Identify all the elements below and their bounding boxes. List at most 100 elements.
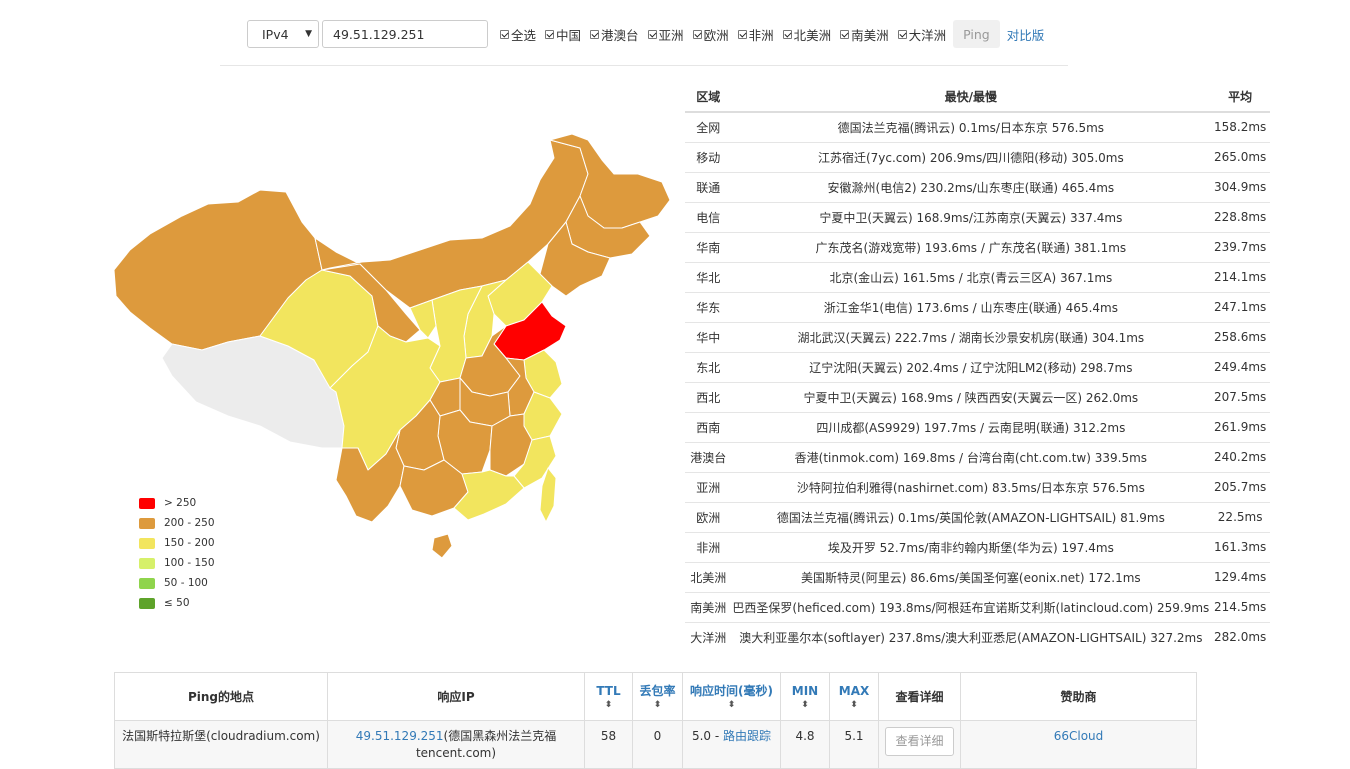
- checkbox-oceania[interactable]: 大洋洲: [897, 25, 946, 44]
- table-row: 西北 宁夏中卫(天翼云) 168.9ms / 陕西西安(天翼云一区) 262.0m…: [685, 381, 1270, 412]
- region-cell: 亚洲: [685, 471, 732, 502]
- table-row: 全网 德国法兰克福(腾讯云) 0.1ms/日本东京 576.5ms 158.2ms: [685, 111, 1270, 142]
- region-cell: 全网: [685, 111, 732, 142]
- ip-version-select[interactable]: IPv4 ▼: [247, 20, 319, 48]
- sort-icon[interactable]: ⬍: [831, 699, 877, 711]
- fastest-slowest-cell: 巴西圣保罗(heficed.com) 193.8ms/阿根廷布宜诺斯艾利斯(la…: [731, 591, 1211, 622]
- col-max[interactable]: MAX ⬍: [829, 672, 879, 721]
- table-row: 北美洲 美国斯特灵(阿里云) 86.6ms/美国圣何塞(eonix.net) 17…: [685, 561, 1270, 592]
- location-cell: 法国斯特拉斯堡(cloudradium.com): [114, 720, 328, 769]
- map-region-hainan[interactable]: [431, 533, 453, 559]
- checkbox-asia[interactable]: 亚洲: [647, 25, 684, 44]
- table-row: 东北 辽宁沈阳(天翼云) 202.4ms / 辽宁沈阳LM2(移动) 298.7m…: [685, 351, 1270, 382]
- checkbox-checked-icon[interactable]: [782, 29, 792, 39]
- table-row: 华东 浙江金华1(电信) 173.6ms / 山东枣庄(联通) 465.4ms 24…: [685, 291, 1270, 322]
- region-cell: 非洲: [685, 531, 732, 562]
- col-average: 平均: [1210, 82, 1270, 113]
- ip-version-value: IPv4: [262, 26, 289, 42]
- checkbox-checked-icon[interactable]: [647, 29, 657, 39]
- fastest-slowest-cell: 江苏宿迁(7yc.com) 206.9ms/四川德阳(移动) 305.0ms: [731, 141, 1211, 172]
- packet-loss-cell: 0: [632, 720, 683, 769]
- max-cell: 5.1: [829, 720, 879, 769]
- legend-swatch: [139, 517, 155, 529]
- response-ip-link[interactable]: 49.51.129.251: [356, 729, 444, 743]
- legend-item: ≤ 50: [139, 593, 215, 613]
- region-cell: 南美洲: [685, 591, 732, 622]
- checkbox-checked-icon[interactable]: [590, 29, 600, 39]
- view-detail-button[interactable]: 查看详细: [885, 727, 954, 756]
- table-row: 华中 湖北武汉(天翼云) 222.7ms / 湖南长沙景安机房(联通) 304.1…: [685, 321, 1270, 352]
- checkbox-hk-mo-tw[interactable]: 港澳台: [590, 25, 639, 44]
- col-min[interactable]: MIN ⬍: [780, 672, 830, 721]
- ip-address-input[interactable]: [322, 20, 488, 48]
- region-cell: 联通: [685, 171, 732, 202]
- fastest-slowest-cell: 宁夏中卫(天翼云) 168.9ms/江苏南京(天翼云) 337.4ms: [731, 201, 1211, 232]
- average-cell: 22.5ms: [1210, 501, 1270, 532]
- response-time-cell: 5.0 - 路由跟踪: [682, 720, 781, 769]
- average-cell: 161.3ms: [1210, 531, 1270, 562]
- region-cell: 北美洲: [685, 561, 732, 592]
- checkbox-africa[interactable]: 非洲: [737, 25, 774, 44]
- divider: [220, 65, 1068, 66]
- region-cell: 华南: [685, 231, 732, 262]
- average-cell: 240.2ms: [1210, 441, 1270, 472]
- ping-button[interactable]: Ping: [953, 20, 1000, 48]
- sponsor-cell: 66Cloud: [960, 720, 1197, 769]
- fastest-slowest-cell: 美国斯特灵(阿里云) 86.6ms/美国圣何塞(eonix.net) 172.1…: [731, 561, 1211, 592]
- detail-cell: 查看详细: [878, 720, 961, 769]
- average-cell: 239.7ms: [1210, 231, 1270, 262]
- col-region: 区域: [685, 82, 732, 113]
- col-fastest-slowest: 最快/最慢: [731, 82, 1211, 113]
- col-response-time[interactable]: 响应时间(毫秒) ⬍: [682, 672, 781, 721]
- checkbox-checked-icon[interactable]: [737, 29, 747, 39]
- table-row: 法国斯特拉斯堡(cloudradium.com) 49.51.129.251(德…: [114, 720, 1197, 769]
- compare-version-link[interactable]: 对比版: [1007, 25, 1045, 44]
- checkbox-china[interactable]: 中国: [545, 25, 581, 44]
- table-row: 大洋洲 澳大利亚墨尔本(softlayer) 237.8ms/澳大利亚悉尼(AMA…: [685, 621, 1270, 652]
- region-cell: 欧洲: [685, 501, 732, 532]
- fastest-slowest-cell: 德国法兰克福(腾讯云) 0.1ms/英国伦敦(AMAZON-LIGHTSAIL)…: [731, 501, 1211, 532]
- legend-item: 150 - 200: [139, 533, 215, 553]
- region-cell: 港澳台: [685, 441, 732, 472]
- sort-icon[interactable]: ⬍: [684, 699, 779, 711]
- fastest-slowest-cell: 北京(金山云) 161.5ms / 北京(青云三区A) 367.1ms: [731, 261, 1211, 292]
- sort-icon[interactable]: ⬍: [586, 699, 631, 711]
- checkbox-north-america[interactable]: 北美洲: [782, 25, 831, 44]
- col-packet-loss[interactable]: 丢包率 ⬍: [632, 672, 683, 721]
- checkbox-all[interactable]: 全选: [500, 25, 536, 44]
- average-cell: 282.0ms: [1210, 621, 1270, 652]
- sponsor-link[interactable]: 66Cloud: [1054, 729, 1104, 743]
- average-cell: 247.1ms: [1210, 291, 1270, 322]
- checkbox-checked-icon[interactable]: [897, 29, 907, 39]
- col-ttl[interactable]: TTL ⬍: [584, 672, 633, 721]
- checkbox-checked-icon[interactable]: [500, 29, 509, 39]
- average-cell: 261.9ms: [1210, 411, 1270, 442]
- checkbox-south-america[interactable]: 南美洲: [840, 25, 889, 44]
- table-row: 西南 四川成都(AS9929) 197.7ms / 云南昆明(联通) 312.2m…: [685, 411, 1270, 442]
- col-detail: 查看详细: [878, 672, 961, 721]
- fastest-slowest-cell: 湖北武汉(天翼云) 222.7ms / 湖南长沙景安机房(联通) 304.1ms: [731, 321, 1211, 352]
- ping-results-table: Ping的地点 响应IP TTL ⬍ 丢包率 ⬍ 响应时间(毫秒) ⬍ MIN ⬍ MA…: [114, 672, 1197, 769]
- sort-icon[interactable]: ⬍: [634, 699, 681, 711]
- col-sponsor: 赞助商: [960, 672, 1197, 721]
- checkbox-checked-icon[interactable]: [840, 29, 850, 39]
- table-header-row: Ping的地点 响应IP TTL ⬍ 丢包率 ⬍ 响应时间(毫秒) ⬍ MIN ⬍ MA…: [114, 672, 1197, 721]
- chevron-down-icon: ▼: [305, 29, 312, 39]
- legend-swatch: [139, 577, 155, 589]
- average-cell: 258.6ms: [1210, 321, 1270, 352]
- legend-item: > 250: [139, 493, 215, 513]
- region-cell: 东北: [685, 351, 732, 382]
- ip-geo-line1: (德国黑森州法兰克福: [443, 729, 557, 743]
- region-checkboxes: 全选 中国 港澳台 亚洲 欧洲 非洲 北美洲 南美洲 大洋洲: [500, 25, 955, 44]
- table-row: 华北 北京(金山云) 161.5ms / 北京(青云三区A) 367.1ms 214…: [685, 261, 1270, 292]
- average-cell: 158.2ms: [1210, 111, 1270, 142]
- average-cell: 304.9ms: [1210, 171, 1270, 202]
- region-cell: 电信: [685, 201, 732, 232]
- route-trace-link[interactable]: 路由跟踪: [723, 729, 771, 743]
- sort-icon[interactable]: ⬍: [782, 699, 828, 711]
- checkbox-checked-icon[interactable]: [545, 29, 555, 39]
- checkbox-checked-icon[interactable]: [692, 29, 702, 39]
- fastest-slowest-cell: 澳大利亚墨尔本(softlayer) 237.8ms/澳大利亚悉尼(AMAZON…: [731, 621, 1211, 652]
- min-cell: 4.8: [780, 720, 830, 769]
- checkbox-europe[interactable]: 欧洲: [692, 25, 729, 44]
